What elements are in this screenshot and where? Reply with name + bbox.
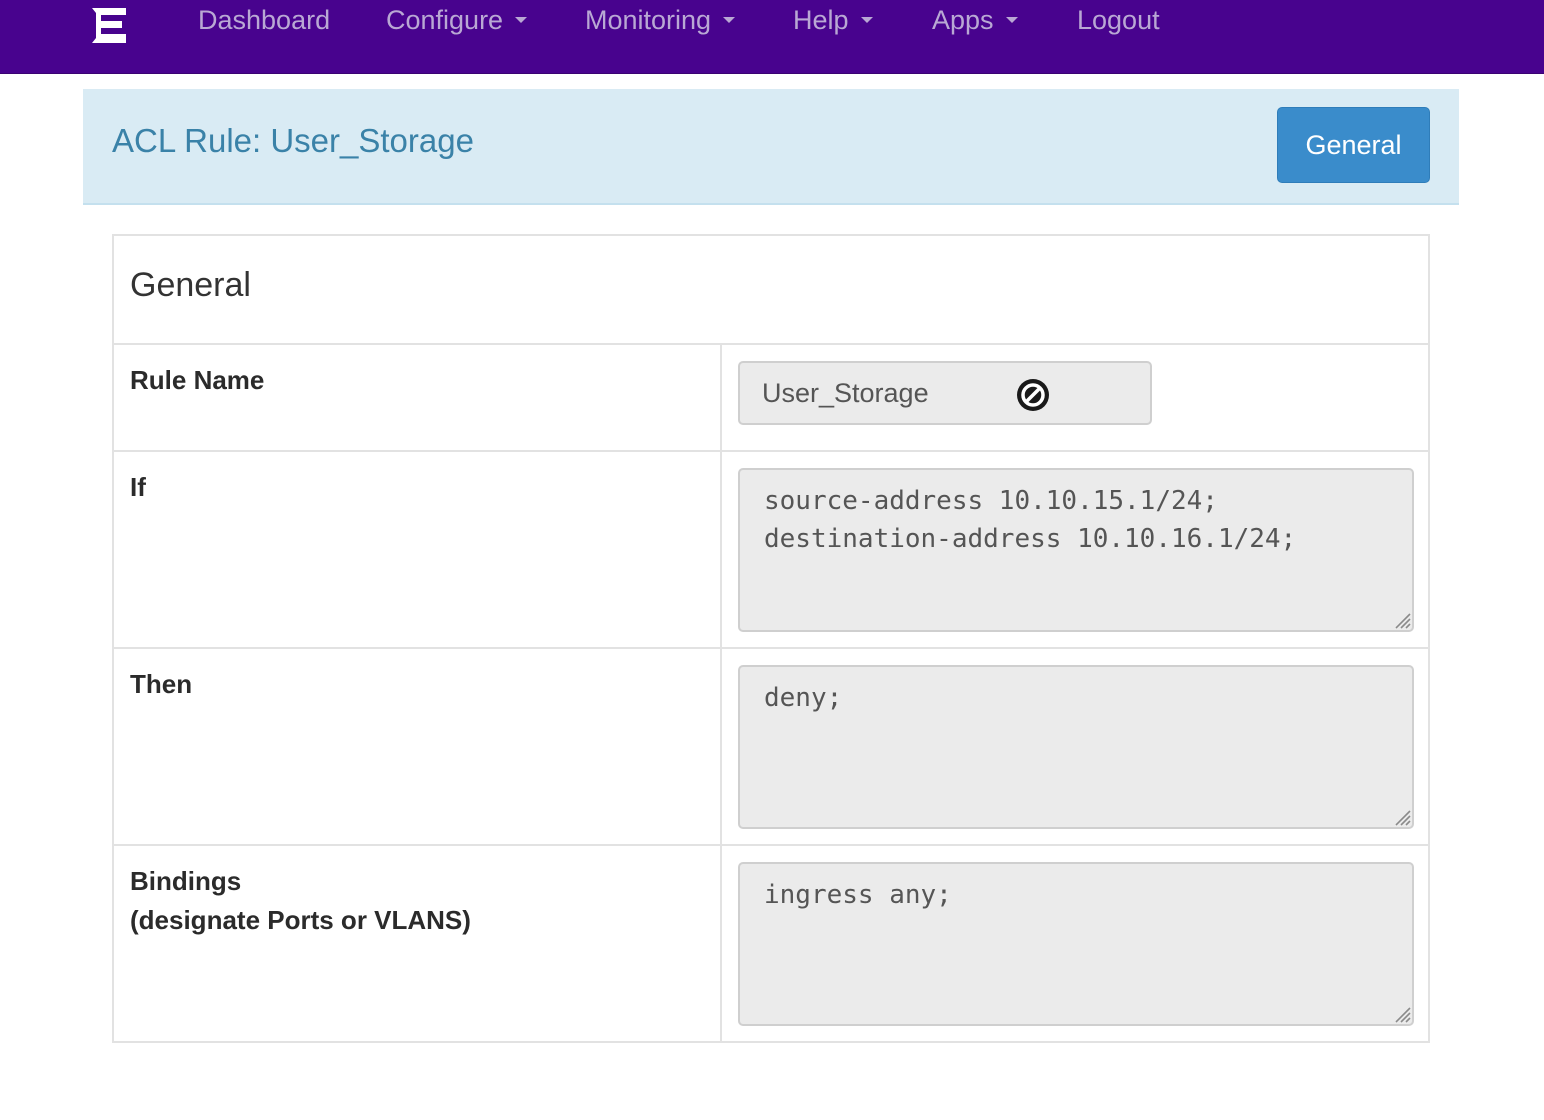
then-textarea[interactable]: deny;	[738, 665, 1414, 829]
resize-grip-icon[interactable]	[1392, 610, 1412, 630]
if-textarea[interactable]: source-address 10.10.15.1/24; destinatio…	[738, 468, 1414, 632]
nav-apps[interactable]: Apps	[932, 4, 1018, 36]
nav-logout-label: Logout	[1077, 5, 1160, 35]
resize-grip-icon[interactable]	[1392, 807, 1412, 827]
rule-name-value: User_Storage	[762, 378, 929, 408]
resize-grip-icon[interactable]	[1392, 1004, 1412, 1024]
column-divider	[720, 846, 722, 1041]
column-divider	[720, 345, 722, 450]
caret-down-icon	[860, 16, 873, 23]
nav-help-label: Help	[793, 5, 849, 35]
nav-dashboard[interactable]: Dashboard	[198, 4, 330, 36]
caret-down-icon	[723, 16, 736, 23]
nav-logout[interactable]: Logout	[1077, 4, 1160, 36]
nav-monitoring[interactable]: Monitoring	[585, 4, 736, 36]
bindings-label: Bindings (designate Ports or VLANS)	[130, 866, 471, 935]
if-label: If	[130, 472, 146, 502]
bindings-textarea[interactable]: ingress any;	[738, 862, 1414, 1026]
nav-configure-label: Configure	[386, 5, 504, 35]
column-divider	[720, 452, 722, 647]
general-button[interactable]: General	[1277, 107, 1430, 183]
extreme-networks-logo-icon[interactable]	[88, 2, 130, 46]
nav-monitoring-label: Monitoring	[585, 5, 712, 35]
nav-configure[interactable]: Configure	[386, 4, 528, 36]
bindings-row: Bindings (designate Ports or VLANS) ingr…	[114, 844, 1428, 1041]
column-divider	[720, 649, 722, 844]
acl-rule-form: General Rule Name User_Storage If source…	[112, 234, 1430, 1043]
caret-down-icon	[1005, 16, 1018, 23]
rule-name-input[interactable]: User_Storage	[738, 361, 1152, 425]
then-label: Then	[130, 669, 193, 699]
no-entry-icon	[1017, 379, 1049, 411]
nav-dashboard-label: Dashboard	[198, 5, 331, 35]
if-row: If source-address 10.10.15.1/24; destina…	[114, 450, 1428, 647]
nav-apps-label: Apps	[932, 5, 994, 35]
caret-down-icon	[515, 16, 528, 23]
section-title: General	[130, 266, 251, 304]
rule-name-label: Rule Name	[130, 365, 265, 395]
page-title: ACL Rule: User_Storage	[112, 122, 474, 159]
rule-name-row: Rule Name User_Storage	[114, 343, 1428, 450]
page-header-panel: ACL Rule: User_Storage General	[83, 89, 1459, 205]
top-navbar: Dashboard Configure Monitoring Help Apps…	[0, 0, 1544, 74]
then-row: Then deny;	[114, 647, 1428, 844]
nav-help[interactable]: Help	[793, 4, 873, 36]
